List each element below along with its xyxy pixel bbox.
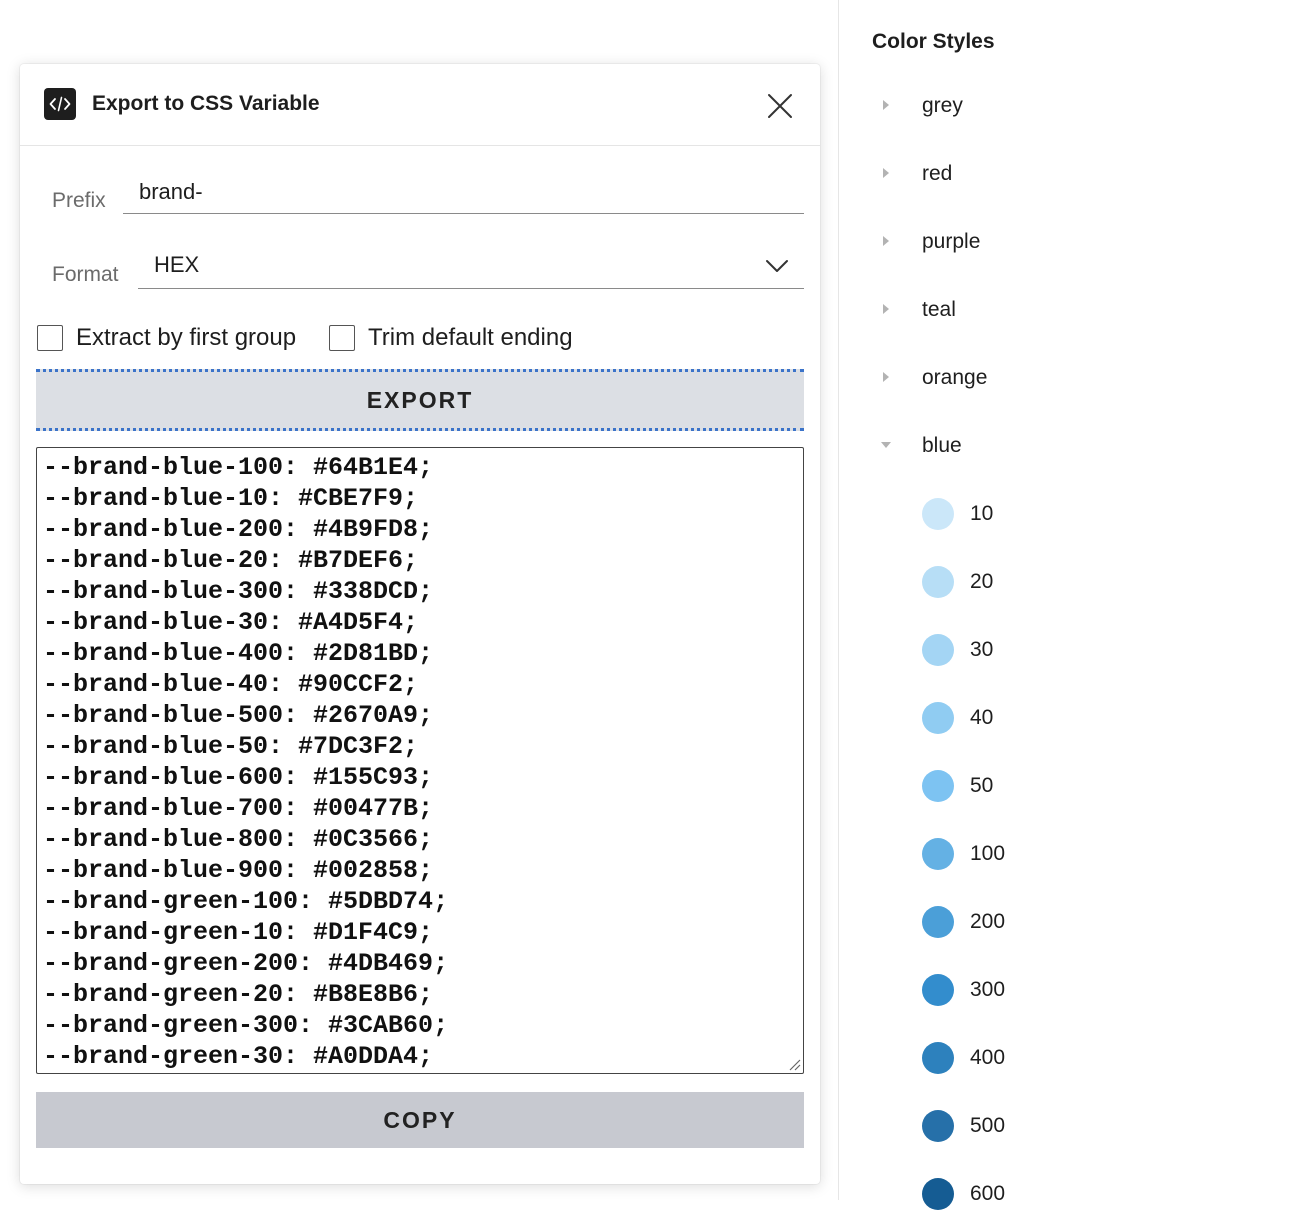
export-css-dialog: Export to CSS Variable Prefix Format HEX… — [20, 64, 820, 1184]
color-swatch — [922, 974, 954, 1006]
css-output-line: --brand-blue-20: #B7DEF6; — [43, 546, 419, 575]
resize-grip-icon[interactable] — [785, 1055, 801, 1071]
color-group-name: teal — [922, 298, 956, 321]
color-style-label: 600 — [970, 1182, 1006, 1205]
extract-by-first-group-checkbox[interactable] — [37, 325, 63, 351]
css-output-line: --brand-blue-400: #2D81BD; — [43, 639, 434, 668]
color-group-name: blue — [922, 434, 962, 457]
panel-title: Color Styles — [872, 30, 995, 53]
css-output-line: --brand-blue-800: #0C3566; — [43, 825, 434, 854]
css-output-textarea[interactable]: --brand-blue-100: #64B1E4; --brand-blue-1… — [36, 447, 804, 1074]
prefix-underline — [123, 213, 804, 214]
caret-right-icon[interactable] — [879, 166, 893, 180]
trim-default-ending-checkbox[interactable] — [329, 325, 355, 351]
css-output-line: --brand-blue-40: #90CCF2; — [43, 670, 419, 699]
color-swatch — [922, 770, 954, 802]
color-swatch — [922, 1110, 954, 1142]
css-output-line: --brand-green-100: #5DBD74; — [43, 887, 449, 916]
color-swatch — [922, 1042, 954, 1074]
css-output-line: --brand-green-200: #4DB469; — [43, 949, 449, 978]
color-group-purple[interactable]: purple — [879, 222, 1279, 262]
copy-button[interactable]: COPY — [36, 1092, 804, 1148]
close-icon — [768, 94, 792, 118]
color-swatch — [922, 1178, 954, 1210]
chevron-down-icon[interactable] — [765, 258, 789, 274]
color-style-blue-10[interactable]: 10 — [922, 494, 1222, 534]
caret-right-icon[interactable] — [879, 302, 893, 316]
color-style-label: 20 — [970, 570, 994, 593]
color-style-blue-40[interactable]: 40 — [922, 698, 1222, 738]
color-style-label: 500 — [970, 1114, 1006, 1137]
color-group-orange[interactable]: orange — [879, 358, 1279, 398]
caret-right-icon[interactable] — [879, 370, 893, 384]
color-style-blue-100[interactable]: 100 — [922, 834, 1222, 874]
format-select[interactable]: HEX — [154, 252, 199, 278]
color-group-teal[interactable]: teal — [879, 290, 1279, 330]
css-output-line: --brand-blue-100: #64B1E4; — [43, 453, 434, 482]
format-underline — [138, 288, 804, 289]
color-styles-panel: Color Styles grey red purple teal orange blue… — [839, 0, 1314, 1210]
prefix-label: Prefix — [52, 189, 106, 212]
css-output-line: --brand-blue-700: #00477B; — [43, 794, 434, 823]
color-swatch — [922, 838, 954, 870]
code-icon — [44, 88, 76, 120]
color-group-name: grey — [922, 94, 963, 117]
export-button[interactable]: EXPORT — [36, 369, 804, 431]
css-output-line: --brand-blue-30: #A4D5F4; — [43, 608, 419, 637]
css-output-line: --brand-blue-50: #7DC3F2; — [43, 732, 419, 761]
color-group-blue[interactable]: blue — [879, 426, 1279, 466]
color-style-label: 50 — [970, 774, 994, 797]
color-group-grey[interactable]: grey — [879, 86, 1279, 126]
caret-right-icon[interactable] — [879, 234, 893, 248]
color-group-name: purple — [922, 230, 981, 253]
css-output-line: --brand-blue-200: #4B9FD8; — [43, 515, 434, 544]
close-button[interactable] — [764, 90, 796, 122]
color-group-name: orange — [922, 366, 988, 389]
dialog-header: Export to CSS Variable — [20, 64, 820, 146]
color-style-label: 10 — [970, 502, 994, 525]
color-style-blue-500[interactable]: 500 — [922, 1106, 1222, 1146]
css-output-line: --brand-blue-600: #155C93; — [43, 763, 434, 792]
css-output-line: --brand-green-300: #3CAB60; — [43, 1011, 449, 1040]
extract-by-first-group-label[interactable]: Extract by first group — [76, 324, 296, 352]
color-style-blue-20[interactable]: 20 — [922, 562, 1222, 602]
css-output-line: --brand-blue-500: #2670A9; — [43, 701, 434, 730]
css-output-line: --brand-blue-10: #CBE7F9; — [43, 484, 419, 513]
color-style-blue-50[interactable]: 50 — [922, 766, 1222, 806]
color-swatch — [922, 498, 954, 530]
caret-right-icon[interactable] — [879, 98, 893, 112]
css-output-line: --brand-green-30: #A0DDA4; — [43, 1042, 434, 1071]
color-swatch — [922, 906, 954, 938]
color-group-name: red — [922, 162, 953, 185]
color-style-label: 30 — [970, 638, 994, 661]
color-swatch — [922, 702, 954, 734]
color-swatch — [922, 634, 954, 666]
css-output-line: --brand-blue-900: #002858; — [43, 856, 434, 885]
color-style-label: 300 — [970, 978, 1006, 1001]
color-style-blue-30[interactable]: 30 — [922, 630, 1222, 670]
color-style-label: 40 — [970, 706, 994, 729]
color-swatch — [922, 566, 954, 598]
color-style-blue-600[interactable]: 600 — [922, 1174, 1222, 1214]
color-style-label: 100 — [970, 842, 1006, 865]
prefix-input[interactable] — [139, 177, 799, 207]
css-output-line: --brand-blue-300: #338DCD; — [43, 577, 434, 606]
caret-down-icon[interactable] — [879, 438, 893, 452]
format-label: Format — [52, 263, 119, 286]
color-style-blue-300[interactable]: 300 — [922, 970, 1222, 1010]
css-output-lines: --brand-blue-100: #64B1E4; --brand-blue-1… — [43, 452, 448, 1072]
css-output-line: --brand-green-10: #D1F4C9; — [43, 918, 434, 947]
color-style-blue-400[interactable]: 400 — [922, 1038, 1222, 1078]
color-group-red[interactable]: red — [879, 154, 1279, 194]
color-style-blue-200[interactable]: 200 — [922, 902, 1222, 942]
color-style-label: 200 — [970, 910, 1006, 933]
trim-default-ending-label[interactable]: Trim default ending — [368, 324, 573, 352]
color-style-label: 400 — [970, 1046, 1006, 1069]
dialog-title: Export to CSS Variable — [92, 92, 320, 115]
css-output-line: --brand-green-20: #B8E8B6; — [43, 980, 434, 1009]
